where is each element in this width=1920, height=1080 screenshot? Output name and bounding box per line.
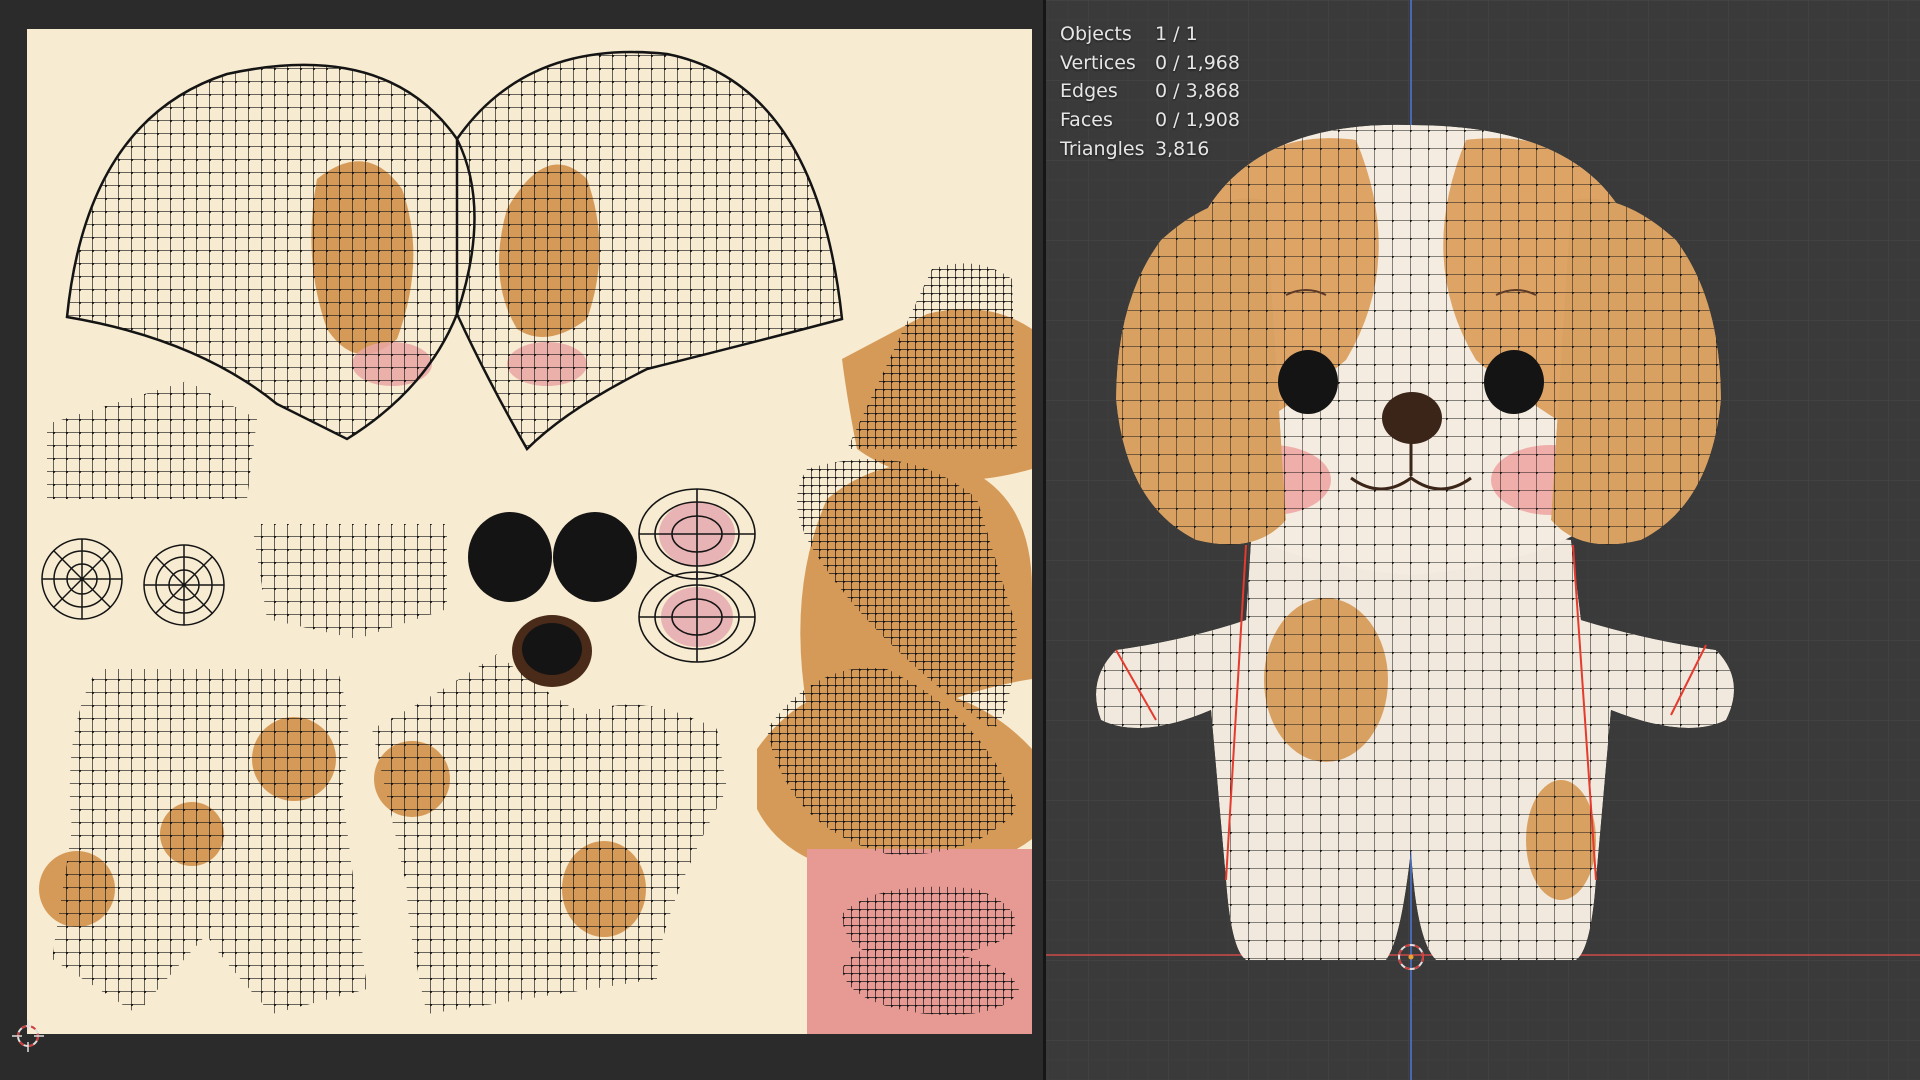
- stat-vertices: Vertices 0 / 1,968: [1060, 51, 1240, 74]
- stat-edges: Edges 0 / 3,868: [1060, 80, 1240, 103]
- uv-editor-panel[interactable]: [0, 0, 1043, 1080]
- eye-right: [1484, 350, 1544, 414]
- 3d-viewport[interactable]: Objects 1 / 1 Vertices 0 / 1,968 Edges 0…: [1046, 0, 1920, 1080]
- uv-island-ear-left: [67, 64, 475, 439]
- viewport-statistics: Objects 1 / 1 Vertices 0 / 1,968 Edges 0…: [1060, 20, 1240, 164]
- uv-island-small-circles: [41, 538, 225, 626]
- stat-faces: Faces 0 / 1,908: [1060, 109, 1240, 132]
- nose: [1382, 392, 1442, 444]
- uv-island-strip-a: [47, 381, 257, 499]
- uv-island-body-left: [52, 669, 367, 1014]
- uv-island-pads: [638, 488, 756, 663]
- uv-layout: [39, 50, 1032, 1034]
- 2d-cursor-icon[interactable]: [12, 1020, 44, 1052]
- uv-island-ear-right: [457, 52, 842, 449]
- uv-island-strip-b: [252, 524, 447, 639]
- eye-left: [1278, 350, 1338, 414]
- uv-island-body-right: [372, 654, 727, 1014]
- stat-triangles: Triangles 3,816: [1060, 137, 1210, 160]
- stat-objects: Objects 1 / 1: [1060, 23, 1198, 45]
- uv-texture-canvas[interactable]: [27, 29, 1032, 1034]
